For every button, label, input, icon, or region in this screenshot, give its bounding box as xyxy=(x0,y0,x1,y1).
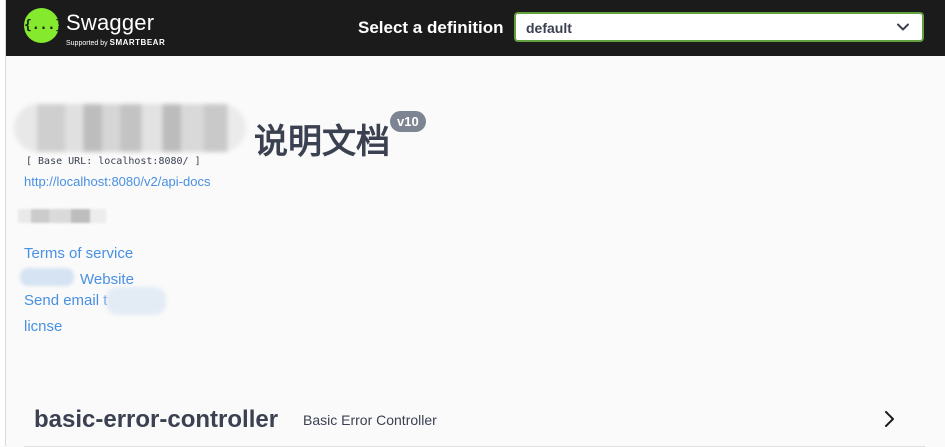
contact-redacted-blur xyxy=(20,268,74,286)
select-definition-label: Select a definition xyxy=(358,18,504,37)
topbar: {...} Swagger Supported by SMARTBEAR Sel… xyxy=(5,0,945,56)
brand-name[interactable]: Swagger xyxy=(66,10,154,36)
api-docs-link[interactable]: http://localhost:8080/v2/api-docs xyxy=(24,174,210,189)
tag-name[interactable]: basic-error-controller xyxy=(34,406,278,434)
brand-sub-company: SMARTBEAR xyxy=(109,38,166,47)
website-link[interactable]: Website xyxy=(80,271,134,288)
chevron-down-icon xyxy=(897,23,909,31)
description-redacted-blur xyxy=(18,209,106,223)
definition-select[interactable]: default xyxy=(514,12,924,42)
brand-sub-prefix: Supported by xyxy=(66,40,108,47)
version-badge: v10 xyxy=(390,111,426,132)
base-url: [ Base URL: localhost:8080/ ] xyxy=(26,156,201,167)
definition-select-value: default xyxy=(526,20,572,36)
send-email-link[interactable]: Send email t xyxy=(24,292,107,309)
license-link[interactable]: licnse xyxy=(24,318,62,335)
tag-section-basic-error-controller[interactable]: basic-error-controller Basic Error Contr… xyxy=(24,392,925,447)
title-redacted-blur xyxy=(14,104,246,152)
swagger-logo[interactable]: {...} xyxy=(24,8,63,43)
email-redacted-blur xyxy=(106,287,166,315)
brand-subtitle: Supported by SMARTBEAR xyxy=(66,38,165,47)
chevron-right-icon[interactable] xyxy=(882,410,898,428)
window-left-edge xyxy=(0,0,6,446)
terms-of-service-link[interactable]: Terms of service xyxy=(24,245,133,262)
api-title-text: 说明文档 xyxy=(254,122,390,162)
tag-description: Basic Error Controller xyxy=(303,412,437,428)
